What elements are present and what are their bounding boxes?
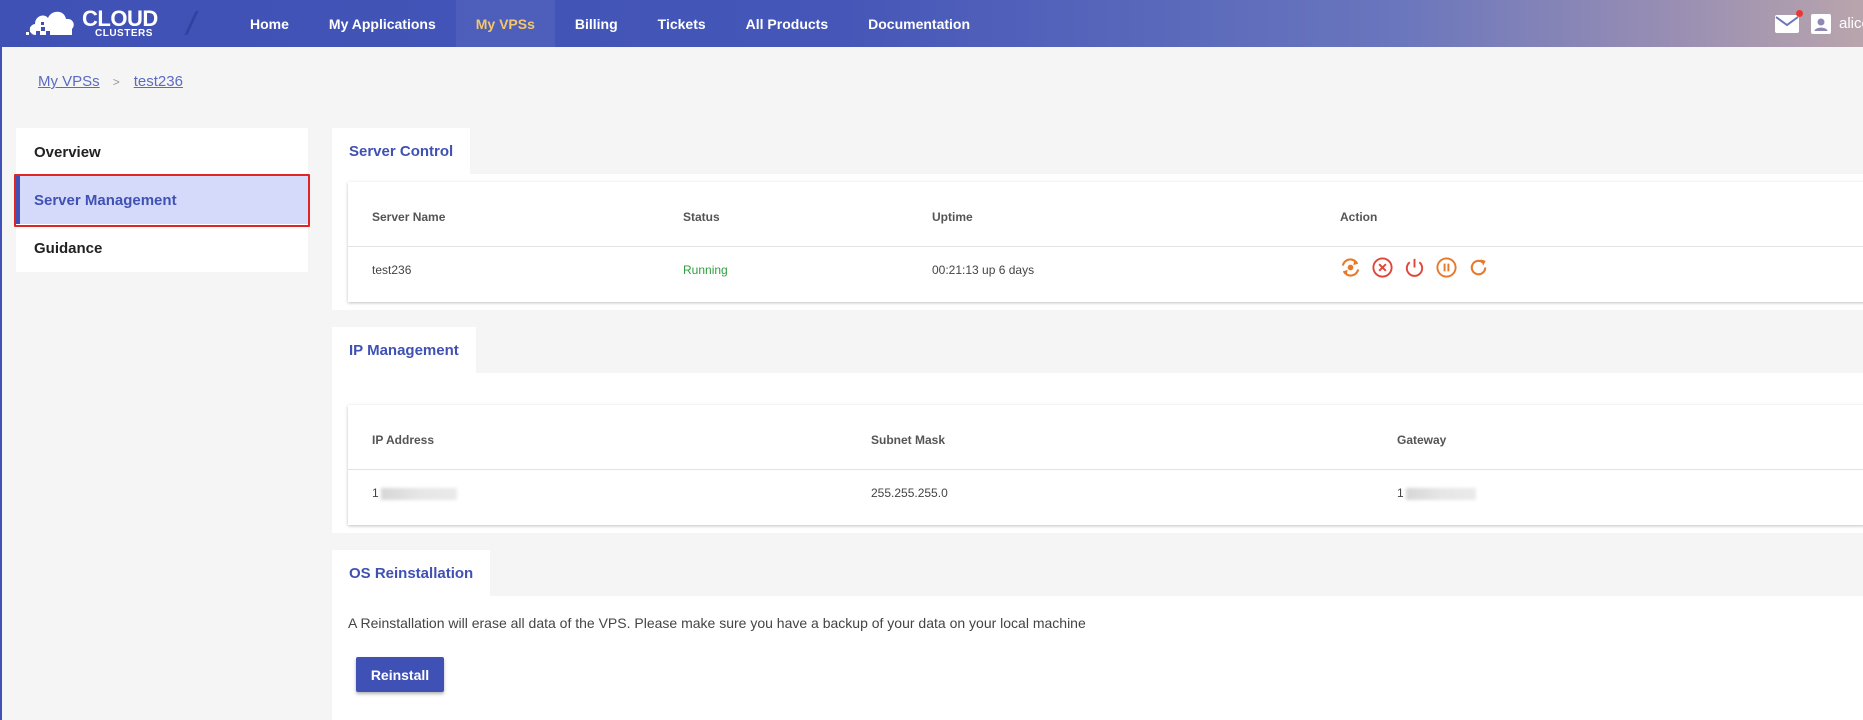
breadcrumb-my-vpss[interactable]: My VPSs <box>38 73 100 90</box>
nav-my-applications[interactable]: My Applications <box>309 0 456 47</box>
main-nav: Home My Applications My VPSs Billing Tic… <box>230 0 990 47</box>
nav-documentation[interactable]: Documentation <box>848 0 990 47</box>
server-name-value: test236 <box>372 263 412 277</box>
table-divider <box>348 246 1863 247</box>
server-control-table: Server Name Status Uptime Action test236… <box>348 182 1863 302</box>
logo-divider <box>184 11 199 35</box>
uptime-value: 00:21:13 up 6 days <box>932 263 1035 277</box>
col-subnet-mask: Subnet Mask <box>871 433 946 447</box>
top-nav-bar: CLOUD CLUSTERS Home My Applications My V… <box>2 0 1863 47</box>
cloud-clusters-logo[interactable]: CLOUD CLUSTERS <box>26 5 171 41</box>
table-divider <box>348 469 1863 470</box>
mail-icon[interactable] <box>1775 9 1803 33</box>
server-control-tabbar: Server Control <box>332 128 1863 174</box>
redacted-gateway <box>1405 487 1476 500</box>
nav-home[interactable]: Home <box>230 0 309 47</box>
os-reinstallation-tabbar: OS Reinstallation <box>332 550 1863 596</box>
sidebar-item-guidance[interactable]: Guidance <box>16 224 308 272</box>
nav-my-vpss[interactable]: My VPSs <box>455 0 555 47</box>
rebuild-icon[interactable] <box>1339 256 1362 279</box>
tab-server-control[interactable]: Server Control <box>332 128 471 174</box>
ip-management-tabbar: IP Management <box>332 327 1863 373</box>
nav-tickets[interactable]: Tickets <box>638 0 726 47</box>
ip-management-table: IP Address Subnet Mask Gateway 1 255.255… <box>348 405 1863 525</box>
gateway-value: 1 <box>1397 486 1476 500</box>
subnet-mask-value: 255.255.255.0 <box>871 486 948 500</box>
nav-all-products[interactable]: All Products <box>726 0 848 47</box>
redacted-ip <box>380 487 457 500</box>
notification-dot <box>1796 9 1803 17</box>
breadcrumb-separator: > <box>112 74 120 89</box>
ip-address-value: 1 <box>372 486 457 500</box>
col-uptime: Uptime <box>932 210 973 224</box>
tab-os-reinstallation[interactable]: OS Reinstallation <box>332 550 491 596</box>
breadcrumb: My VPSs > test236 <box>38 73 183 90</box>
username[interactable]: alice <box>1839 15 1863 32</box>
col-server-name: Server Name <box>372 210 446 224</box>
sidebar-item-overview[interactable]: Overview <box>16 128 308 176</box>
tab-ip-management[interactable]: IP Management <box>332 327 476 373</box>
sidebar-item-server-management[interactable]: Server Management <box>14 174 310 227</box>
col-gateway: Gateway <box>1397 433 1447 447</box>
restart-icon[interactable] <box>1467 256 1490 279</box>
nav-billing[interactable]: Billing <box>555 0 638 47</box>
col-status: Status <box>683 210 720 224</box>
sidebar: Overview Server Management Guidance <box>14 128 310 272</box>
breadcrumb-current[interactable]: test236 <box>134 73 183 90</box>
cloud-logo-icon <box>26 11 74 35</box>
logo-text-cloud: CLOUD <box>82 6 158 31</box>
col-action: Action <box>1340 210 1378 224</box>
col-ip-address: IP Address <box>372 433 435 447</box>
reinstall-button[interactable]: Reinstall <box>356 657 444 692</box>
server-actions <box>1339 256 1490 279</box>
reinstall-warning-text: A Reinstallation will erase all data of … <box>348 615 1086 631</box>
stop-icon[interactable] <box>1371 256 1394 279</box>
status-badge: Running <box>683 263 728 277</box>
pause-icon[interactable] <box>1435 256 1458 279</box>
account-icon[interactable] <box>1811 13 1831 34</box>
power-icon[interactable] <box>1403 256 1426 279</box>
